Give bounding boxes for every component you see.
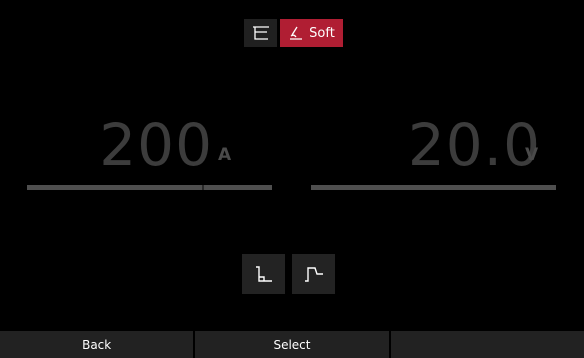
waveform-selector [242,254,335,294]
select-button[interactable]: Select [195,331,389,358]
soft-mode-button[interactable]: Soft [280,19,343,47]
current-underline-tick [202,185,204,190]
step-down-waveform-button[interactable] [242,254,285,294]
current-underline [27,185,272,190]
voltage-readout[interactable]: 20.0 V [292,111,584,179]
step-up-waveform-button[interactable] [292,254,335,294]
voltage-value: 20.0 [407,111,541,179]
softkey-bar: Back Select [0,331,584,358]
mode-selector: Soft [244,19,343,47]
voltage-unit: V [525,145,539,165]
step-down-waveform-icon [255,266,272,282]
soft-mode-label: Soft [309,25,335,41]
softkey-3-button[interactable] [390,331,584,358]
voltage-underline [311,185,556,190]
stick-mode-button[interactable] [244,19,277,47]
current-unit: A [218,145,232,165]
step-up-waveform-icon [304,267,323,282]
soft-arc-icon [290,26,303,40]
current-readout[interactable]: 200 A [0,111,292,179]
current-value: 200 [99,111,213,179]
back-button[interactable]: Back [0,331,194,358]
stick-electrode-icon [252,26,269,40]
